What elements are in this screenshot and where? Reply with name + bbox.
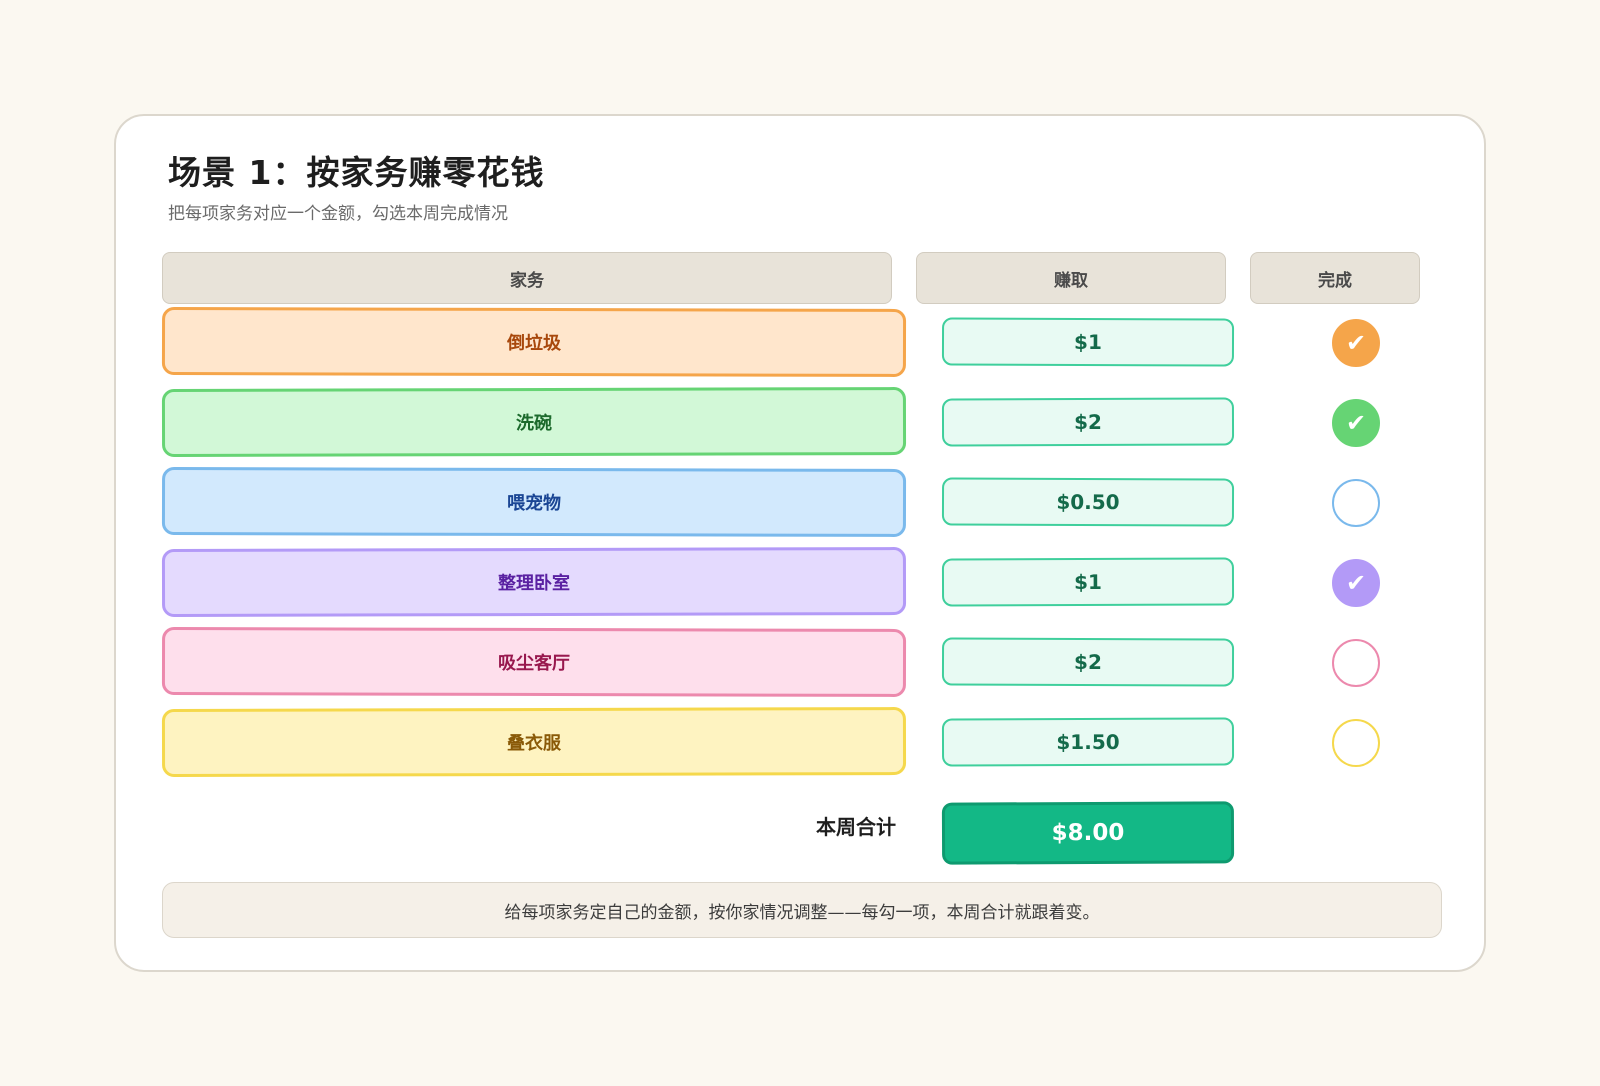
column-header-earn: 赚取 [916, 252, 1226, 304]
total-label: 本周合计 [816, 814, 896, 839]
chore-label: 洗碗 [161, 387, 907, 457]
checked-checkbox-icon[interactable]: ✔ [1332, 399, 1380, 447]
chore-label: 整理卧室 [161, 547, 907, 617]
chore-label: 喂宠物 [161, 467, 907, 537]
unchecked-checkbox-icon[interactable] [1332, 719, 1380, 767]
total-value: $8.00 [941, 801, 1235, 865]
chore-amount: $2 [941, 397, 1235, 447]
chore-amount: $1 [941, 317, 1235, 367]
chore-label: 叠衣服 [161, 707, 907, 777]
unchecked-checkbox-icon[interactable] [1332, 479, 1380, 527]
chore-amount: $2 [941, 637, 1235, 687]
checked-checkbox-icon[interactable]: ✔ [1332, 559, 1380, 607]
chore-amount: $0.50 [941, 477, 1235, 527]
chore-amount: $1.50 [941, 717, 1235, 767]
chore-card: 场景 1：按家务赚零花钱 把每项家务对应一个金额，勾选本周完成情况 家务 赚取 … [114, 114, 1486, 972]
chore-label: 倒垃圾 [161, 307, 907, 377]
column-header-done: 完成 [1250, 252, 1420, 304]
footer-note: 给每项家务定自己的金额，按你家情况调整——每勾一项，本周合计就跟着变。 [162, 882, 1442, 938]
unchecked-checkbox-icon[interactable] [1332, 639, 1380, 687]
checked-checkbox-icon[interactable]: ✔ [1332, 319, 1380, 367]
page-title: 场景 1：按家务赚零花钱 [168, 153, 545, 192]
chore-label: 吸尘客厅 [161, 627, 907, 697]
column-header-chore: 家务 [162, 252, 892, 304]
page-subtitle: 把每项家务对应一个金额，勾选本周完成情况 [168, 204, 508, 224]
chore-amount: $1 [941, 557, 1235, 607]
